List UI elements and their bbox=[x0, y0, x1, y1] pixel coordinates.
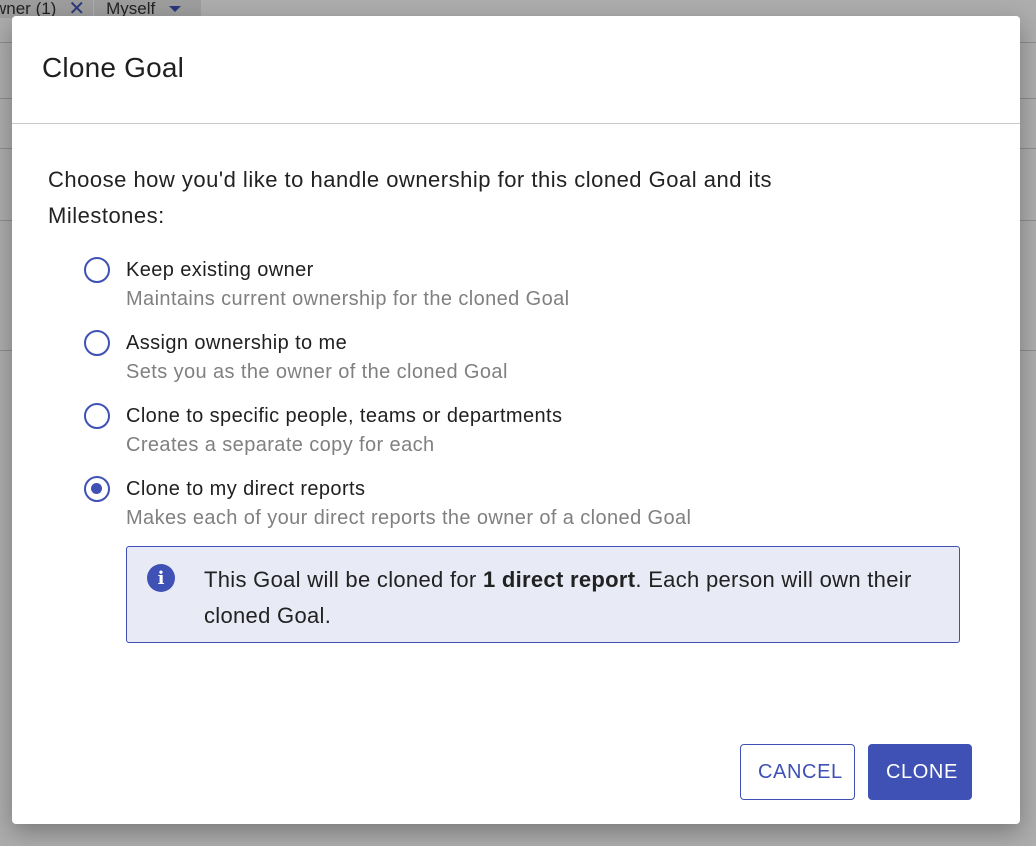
option-label: Clone to my direct reports bbox=[126, 478, 366, 500]
info-banner: i This Goal will be cloned for 1 direct … bbox=[126, 546, 960, 643]
clone-goal-dialog: Clone Goal Choose how you'd like to hand… bbox=[12, 16, 1020, 824]
option-label: Clone to specific people, teams or depar… bbox=[126, 405, 563, 427]
option-assign-to-me[interactable]: Assign ownership to me Sets you as the o… bbox=[84, 329, 984, 387]
info-text-count: 1 direct report bbox=[482, 567, 636, 592]
radio-button[interactable] bbox=[84, 330, 110, 356]
option-description: Creates a separate copy for each bbox=[126, 434, 435, 456]
info-text: This Goal will be cloned for 1 direct re… bbox=[204, 562, 939, 634]
option-text: Clone to specific people, teams or depar… bbox=[126, 402, 562, 460]
option-keep-existing-owner[interactable]: Keep existing owner Maintains current ow… bbox=[84, 256, 984, 314]
radio-button-selected[interactable] bbox=[84, 476, 110, 502]
dialog-body: Choose how you'd like to handle ownershi… bbox=[12, 124, 1020, 643]
radio-button[interactable] bbox=[84, 403, 110, 429]
ownership-prompt: Choose how you'd like to handle ownershi… bbox=[48, 167, 773, 228]
option-label: Assign ownership to me bbox=[126, 332, 348, 354]
option-text: Assign ownership to me Sets you as the o… bbox=[126, 329, 508, 387]
info-text-start: This Goal will be cloned for bbox=[204, 567, 483, 592]
dialog-footer: CANCEL CLONE bbox=[740, 744, 972, 800]
radio-button[interactable] bbox=[84, 257, 110, 283]
clone-button[interactable]: CLONE bbox=[868, 744, 972, 800]
dialog-header: Clone Goal bbox=[12, 16, 1020, 124]
option-description: Maintains current ownership for the clon… bbox=[126, 288, 570, 310]
cancel-button[interactable]: CANCEL bbox=[740, 744, 855, 800]
option-description: Sets you as the owner of the cloned Goal bbox=[126, 361, 508, 383]
dialog-title: Clone Goal bbox=[42, 52, 185, 83]
option-clone-to-specific[interactable]: Clone to specific people, teams or depar… bbox=[84, 402, 984, 460]
option-text: Clone to my direct reports Makes each of… bbox=[126, 475, 691, 533]
option-text: Keep existing owner Maintains current ow… bbox=[126, 256, 569, 314]
ownership-options: Keep existing owner Maintains current ow… bbox=[84, 256, 984, 533]
option-description: Makes each of your direct reports the ow… bbox=[126, 507, 692, 529]
info-icon: i bbox=[147, 564, 175, 592]
option-label: Keep existing owner bbox=[126, 259, 314, 281]
option-clone-to-direct-reports[interactable]: Clone to my direct reports Makes each of… bbox=[84, 475, 984, 533]
